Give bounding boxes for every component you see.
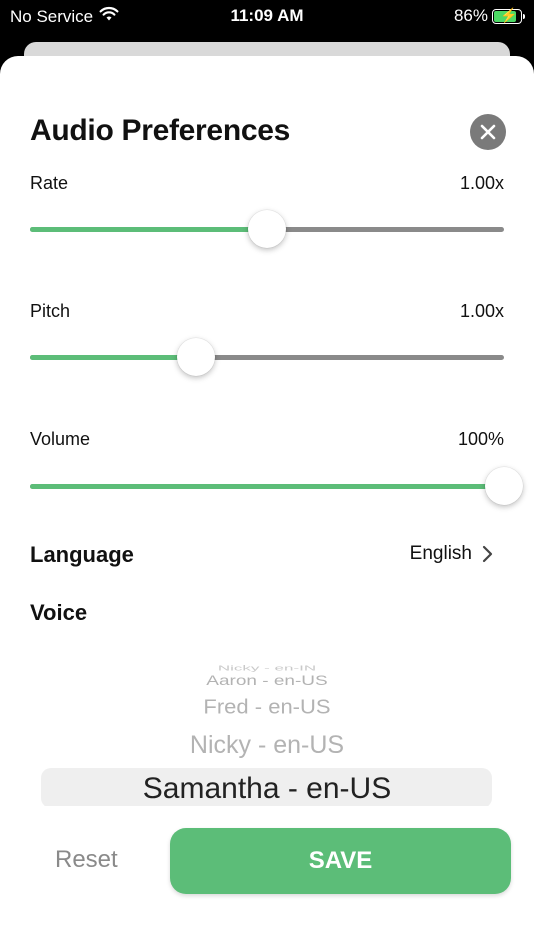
chevron-right-icon [482,545,494,563]
language-label: Language [30,542,134,567]
volume-slider-thumb[interactable] [485,467,523,505]
voice-label: Voice [30,600,88,625]
voice-picker[interactable]: Nicky - en-IN Aaron - en-US Fred - en-US… [0,656,534,806]
voice-option[interactable]: Fred - en-US [0,695,534,719]
volume-slider-fill [30,484,504,489]
volume-slider[interactable] [30,467,523,505]
pitch-slider-thumb[interactable] [176,338,215,376]
battery-icon: ⚡ [492,6,525,24]
audio-preferences-sheet: Audio Preferences Rate 1.00x Pitch 1.00x… [0,56,534,950]
pitch-value: 1.00x [459,301,504,321]
language-selector[interactable]: English [410,543,494,565]
battery-percent: 86% [453,6,488,25]
volume-value: 100% [457,429,504,449]
volume-label: Volume [30,429,91,449]
charging-bolt-icon: ⚡ [500,6,518,23]
rate-slider-thumb[interactable] [248,210,286,248]
voice-option[interactable]: Nicky - en-US [0,731,534,760]
rate-slider-fill [30,227,267,232]
save-button[interactable]: SAVE [170,828,511,894]
close-button[interactable] [470,114,506,150]
voice-option[interactable]: Nicky - en-IN [0,664,534,673]
rate-label: Rate [30,173,69,193]
reset-button[interactable]: Reset [55,846,118,874]
rate-slider[interactable] [30,210,504,248]
pitch-label: Pitch [30,301,71,321]
close-icon [480,124,496,140]
status-right: 86% ⚡ [453,6,525,26]
pitch-slider[interactable] [30,338,504,376]
rate-value: 1.00x [459,173,504,193]
voice-option[interactable]: Aaron - en-US [0,673,534,690]
sheet-title: Audio Preferences [30,114,290,147]
language-value: English [409,543,472,564]
pitch-slider-fill [30,355,196,360]
status-bar: No Service 11:09 AM 86% ⚡ [0,0,534,32]
voice-option-selected[interactable]: Samantha - en-US [0,772,534,806]
